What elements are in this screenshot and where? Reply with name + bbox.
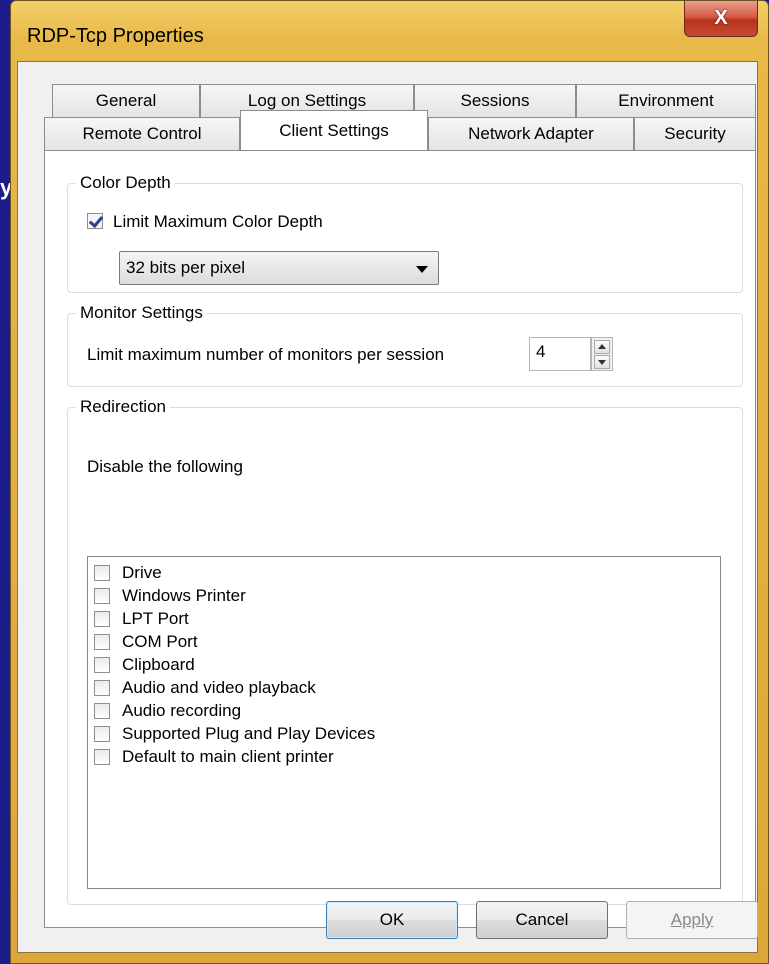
windows-printer-checkbox[interactable] bbox=[94, 588, 110, 604]
client-settings-panel: Color Depth Limit Maximum Color Depth 32… bbox=[44, 150, 756, 928]
redirection-listbox[interactable]: Drive Windows Printer LPT Port COM Port … bbox=[87, 556, 721, 889]
list-item-drive[interactable]: Drive bbox=[88, 561, 720, 584]
window-title: RDP-Tcp Properties bbox=[27, 25, 204, 47]
tab-strip: General Log on Settings Sessions Environ… bbox=[18, 62, 757, 162]
monitor-settings-legend: Monitor Settings bbox=[80, 303, 203, 322]
list-item-label: Drive bbox=[122, 563, 162, 582]
list-item-label: COM Port bbox=[122, 632, 198, 651]
audio-recording-checkbox[interactable] bbox=[94, 703, 110, 719]
color-depth-select[interactable]: 32 bits per pixel bbox=[119, 251, 439, 285]
monitors-count-stepper[interactable] bbox=[591, 337, 613, 371]
clipboard-checkbox[interactable] bbox=[94, 657, 110, 673]
color-depth-selected-value: 32 bits per pixel bbox=[126, 258, 246, 277]
list-item-audio-recording[interactable]: Audio recording bbox=[88, 699, 720, 722]
tab-security[interactable]: Security bbox=[634, 117, 756, 150]
disable-following-label: Disable the following bbox=[87, 457, 243, 476]
properties-window: RDP-Tcp Properties X General Log on Sett… bbox=[10, 0, 769, 964]
audio-video-playback-checkbox[interactable] bbox=[94, 680, 110, 696]
stepper-down-icon[interactable] bbox=[594, 355, 610, 369]
title-bar[interactable]: RDP-Tcp Properties X bbox=[11, 1, 768, 61]
tab-client-settings[interactable]: Client Settings bbox=[240, 110, 428, 150]
list-item-label: Supported Plug and Play Devices bbox=[122, 724, 376, 743]
list-item-label: Windows Printer bbox=[122, 586, 246, 605]
tab-network-adapter[interactable]: Network Adapter bbox=[428, 117, 634, 150]
list-item-label: Default to main client printer bbox=[122, 747, 334, 766]
list-item-label: Clipboard bbox=[122, 655, 195, 674]
com-port-checkbox[interactable] bbox=[94, 634, 110, 650]
tab-remote-control[interactable]: Remote Control bbox=[44, 117, 240, 150]
dialog-client-area: General Log on Settings Sessions Environ… bbox=[17, 61, 758, 953]
list-item-clipboard[interactable]: Clipboard bbox=[88, 653, 720, 676]
monitors-limit-label: Limit maximum number of monitors per ses… bbox=[87, 345, 445, 364]
color-depth-legend: Color Depth bbox=[80, 173, 171, 192]
stepper-up-icon[interactable] bbox=[594, 340, 610, 354]
ok-button[interactable]: OK bbox=[326, 901, 458, 939]
list-item-audio-video-playback[interactable]: Audio and video playback bbox=[88, 676, 720, 699]
apply-button-label: Apply bbox=[670, 910, 714, 929]
redirection-legend: Redirection bbox=[80, 397, 166, 416]
list-item-plug-and-play[interactable]: Supported Plug and Play Devices bbox=[88, 722, 720, 745]
list-item-com-port[interactable]: COM Port bbox=[88, 630, 720, 653]
close-icon: X bbox=[714, 7, 728, 29]
limit-color-depth-checkbox[interactable] bbox=[87, 213, 103, 229]
default-printer-checkbox[interactable] bbox=[94, 749, 110, 765]
monitors-count-input[interactable]: 4 bbox=[529, 337, 591, 371]
plug-and-play-checkbox[interactable] bbox=[94, 726, 110, 742]
cancel-button[interactable]: Cancel bbox=[476, 901, 608, 939]
tab-general[interactable]: General bbox=[52, 84, 200, 117]
drive-checkbox[interactable] bbox=[94, 565, 110, 581]
lpt-port-checkbox[interactable] bbox=[94, 611, 110, 627]
limit-color-depth-label: Limit Maximum Color Depth bbox=[113, 212, 323, 231]
list-item-windows-printer[interactable]: Windows Printer bbox=[88, 584, 720, 607]
chevron-down-icon bbox=[416, 266, 428, 273]
list-item-label: LPT Port bbox=[122, 609, 189, 628]
list-item-label: Audio and video playback bbox=[122, 678, 316, 697]
tab-environment[interactable]: Environment bbox=[576, 84, 756, 117]
apply-button[interactable]: Apply bbox=[626, 901, 758, 939]
list-item-lpt-port[interactable]: LPT Port bbox=[88, 607, 720, 630]
list-item-default-printer[interactable]: Default to main client printer bbox=[88, 745, 720, 768]
list-item-label: Audio recording bbox=[122, 701, 242, 720]
close-button[interactable]: X bbox=[684, 1, 758, 37]
tab-sessions[interactable]: Sessions bbox=[414, 84, 576, 117]
